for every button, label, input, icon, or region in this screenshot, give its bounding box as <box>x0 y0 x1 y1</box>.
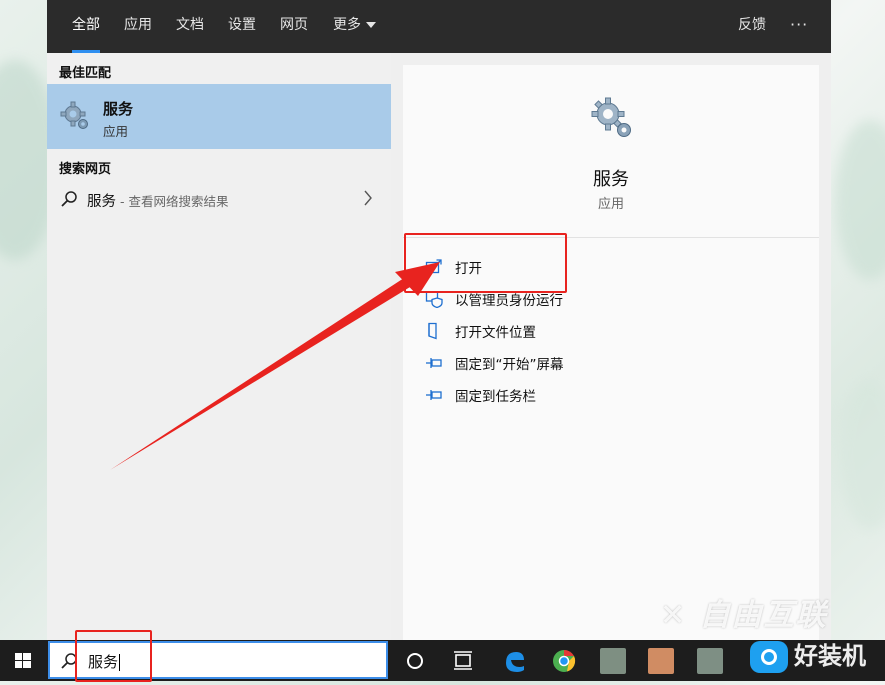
chrome-icon[interactable] <box>551 648 577 674</box>
tab-more[interactable]: 更多 <box>333 0 376 53</box>
search-filter-bar: 全部 应用 文档 设置 网页 更多 反馈 ··· <box>47 0 831 53</box>
more-options-button[interactable]: ··· <box>790 0 808 53</box>
admin-shield-icon <box>425 291 443 308</box>
watermark-text: 自由互联 <box>699 598 828 633</box>
action-label: 打开 <box>455 261 482 277</box>
chevron-down-icon <box>366 22 376 28</box>
chevron-right-icon[interactable] <box>363 190 373 206</box>
file-location-icon <box>428 322 437 340</box>
tab-settings[interactable]: 设置 <box>228 0 256 53</box>
best-match-name: 服务 <box>103 100 134 118</box>
start-menu-search-panel: 全部 应用 文档 设置 网页 更多 反馈 ··· 最佳匹配 服务 应用 搜索网页… <box>47 0 831 640</box>
gear-icon <box>60 101 88 129</box>
app-detail-pane: 服务 应用 打开 以管理员身份运行 打开文件位置 固定到“开始”屏幕 固定到任务… <box>403 65 819 640</box>
app-icon[interactable] <box>600 648 626 674</box>
app-icon[interactable] <box>697 648 723 674</box>
tab-label: 全部 <box>72 17 100 33</box>
pin-icon <box>426 358 442 368</box>
app-type: 应用 <box>597 197 624 212</box>
edge-icon[interactable] <box>502 648 528 674</box>
action-label: 打开文件位置 <box>455 325 536 341</box>
best-match-item[interactable]: 服务 应用 <box>47 84 391 149</box>
wallpaper-blob <box>835 120 885 280</box>
tab-label: 更多 <box>333 17 361 33</box>
watermark-logo: ✕ 自由互联 <box>660 598 828 633</box>
search-icon <box>61 653 77 669</box>
pin-icon <box>426 390 442 400</box>
tab-documents[interactable]: 文档 <box>176 0 204 53</box>
cortana-icon[interactable] <box>402 648 428 674</box>
tab-label: 文档 <box>176 17 204 33</box>
start-button[interactable] <box>0 640 46 681</box>
app-icon[interactable] <box>648 648 674 674</box>
best-match-heading: 最佳匹配 <box>59 66 112 81</box>
web-query-hint: - 查看网络搜索结果 <box>116 194 229 209</box>
results-list: 最佳匹配 服务 应用 搜索网页 服务 - 查看网络搜索结果 <box>47 53 391 640</box>
tv-icon <box>750 641 788 673</box>
tab-label: 应用 <box>124 17 152 33</box>
gear-icon <box>591 97 631 137</box>
best-match-type: 应用 <box>103 124 129 139</box>
ellipsis-icon: ··· <box>790 15 809 34</box>
tab-label: 设置 <box>228 17 256 33</box>
web-query: 服务 <box>87 194 116 210</box>
taskbar-search-input[interactable]: 服务 <box>48 641 388 679</box>
action-label: 固定到任务栏 <box>455 389 536 405</box>
watermark-text: 好装机 <box>794 642 866 670</box>
tab-label: 网页 <box>280 17 308 33</box>
web-search-result[interactable]: 服务 - 查看网络搜索结果 <box>47 185 391 215</box>
task-view-icon[interactable] <box>450 648 476 674</box>
search-icon <box>61 191 77 207</box>
tab-apps[interactable]: 应用 <box>124 0 152 53</box>
web-search-heading: 搜索网页 <box>59 162 112 177</box>
feedback-label: 反馈 <box>738 17 766 33</box>
feedback-button[interactable]: 反馈 <box>738 0 766 53</box>
text-caret <box>119 654 121 671</box>
open-icon <box>425 259 442 274</box>
action-label: 固定到“开始”屏幕 <box>455 357 564 373</box>
windows-logo-icon <box>15 653 31 668</box>
wallpaper-blob <box>840 380 885 530</box>
app-name: 服务 <box>593 169 629 190</box>
tab-web[interactable]: 网页 <box>280 0 308 53</box>
action-label: 以管理员身份运行 <box>455 293 563 309</box>
divider <box>403 237 819 238</box>
tab-all[interactable]: 全部 <box>72 0 100 53</box>
watermark-logo-2: 好装机 <box>750 636 866 676</box>
search-value: 服务 <box>88 653 119 671</box>
